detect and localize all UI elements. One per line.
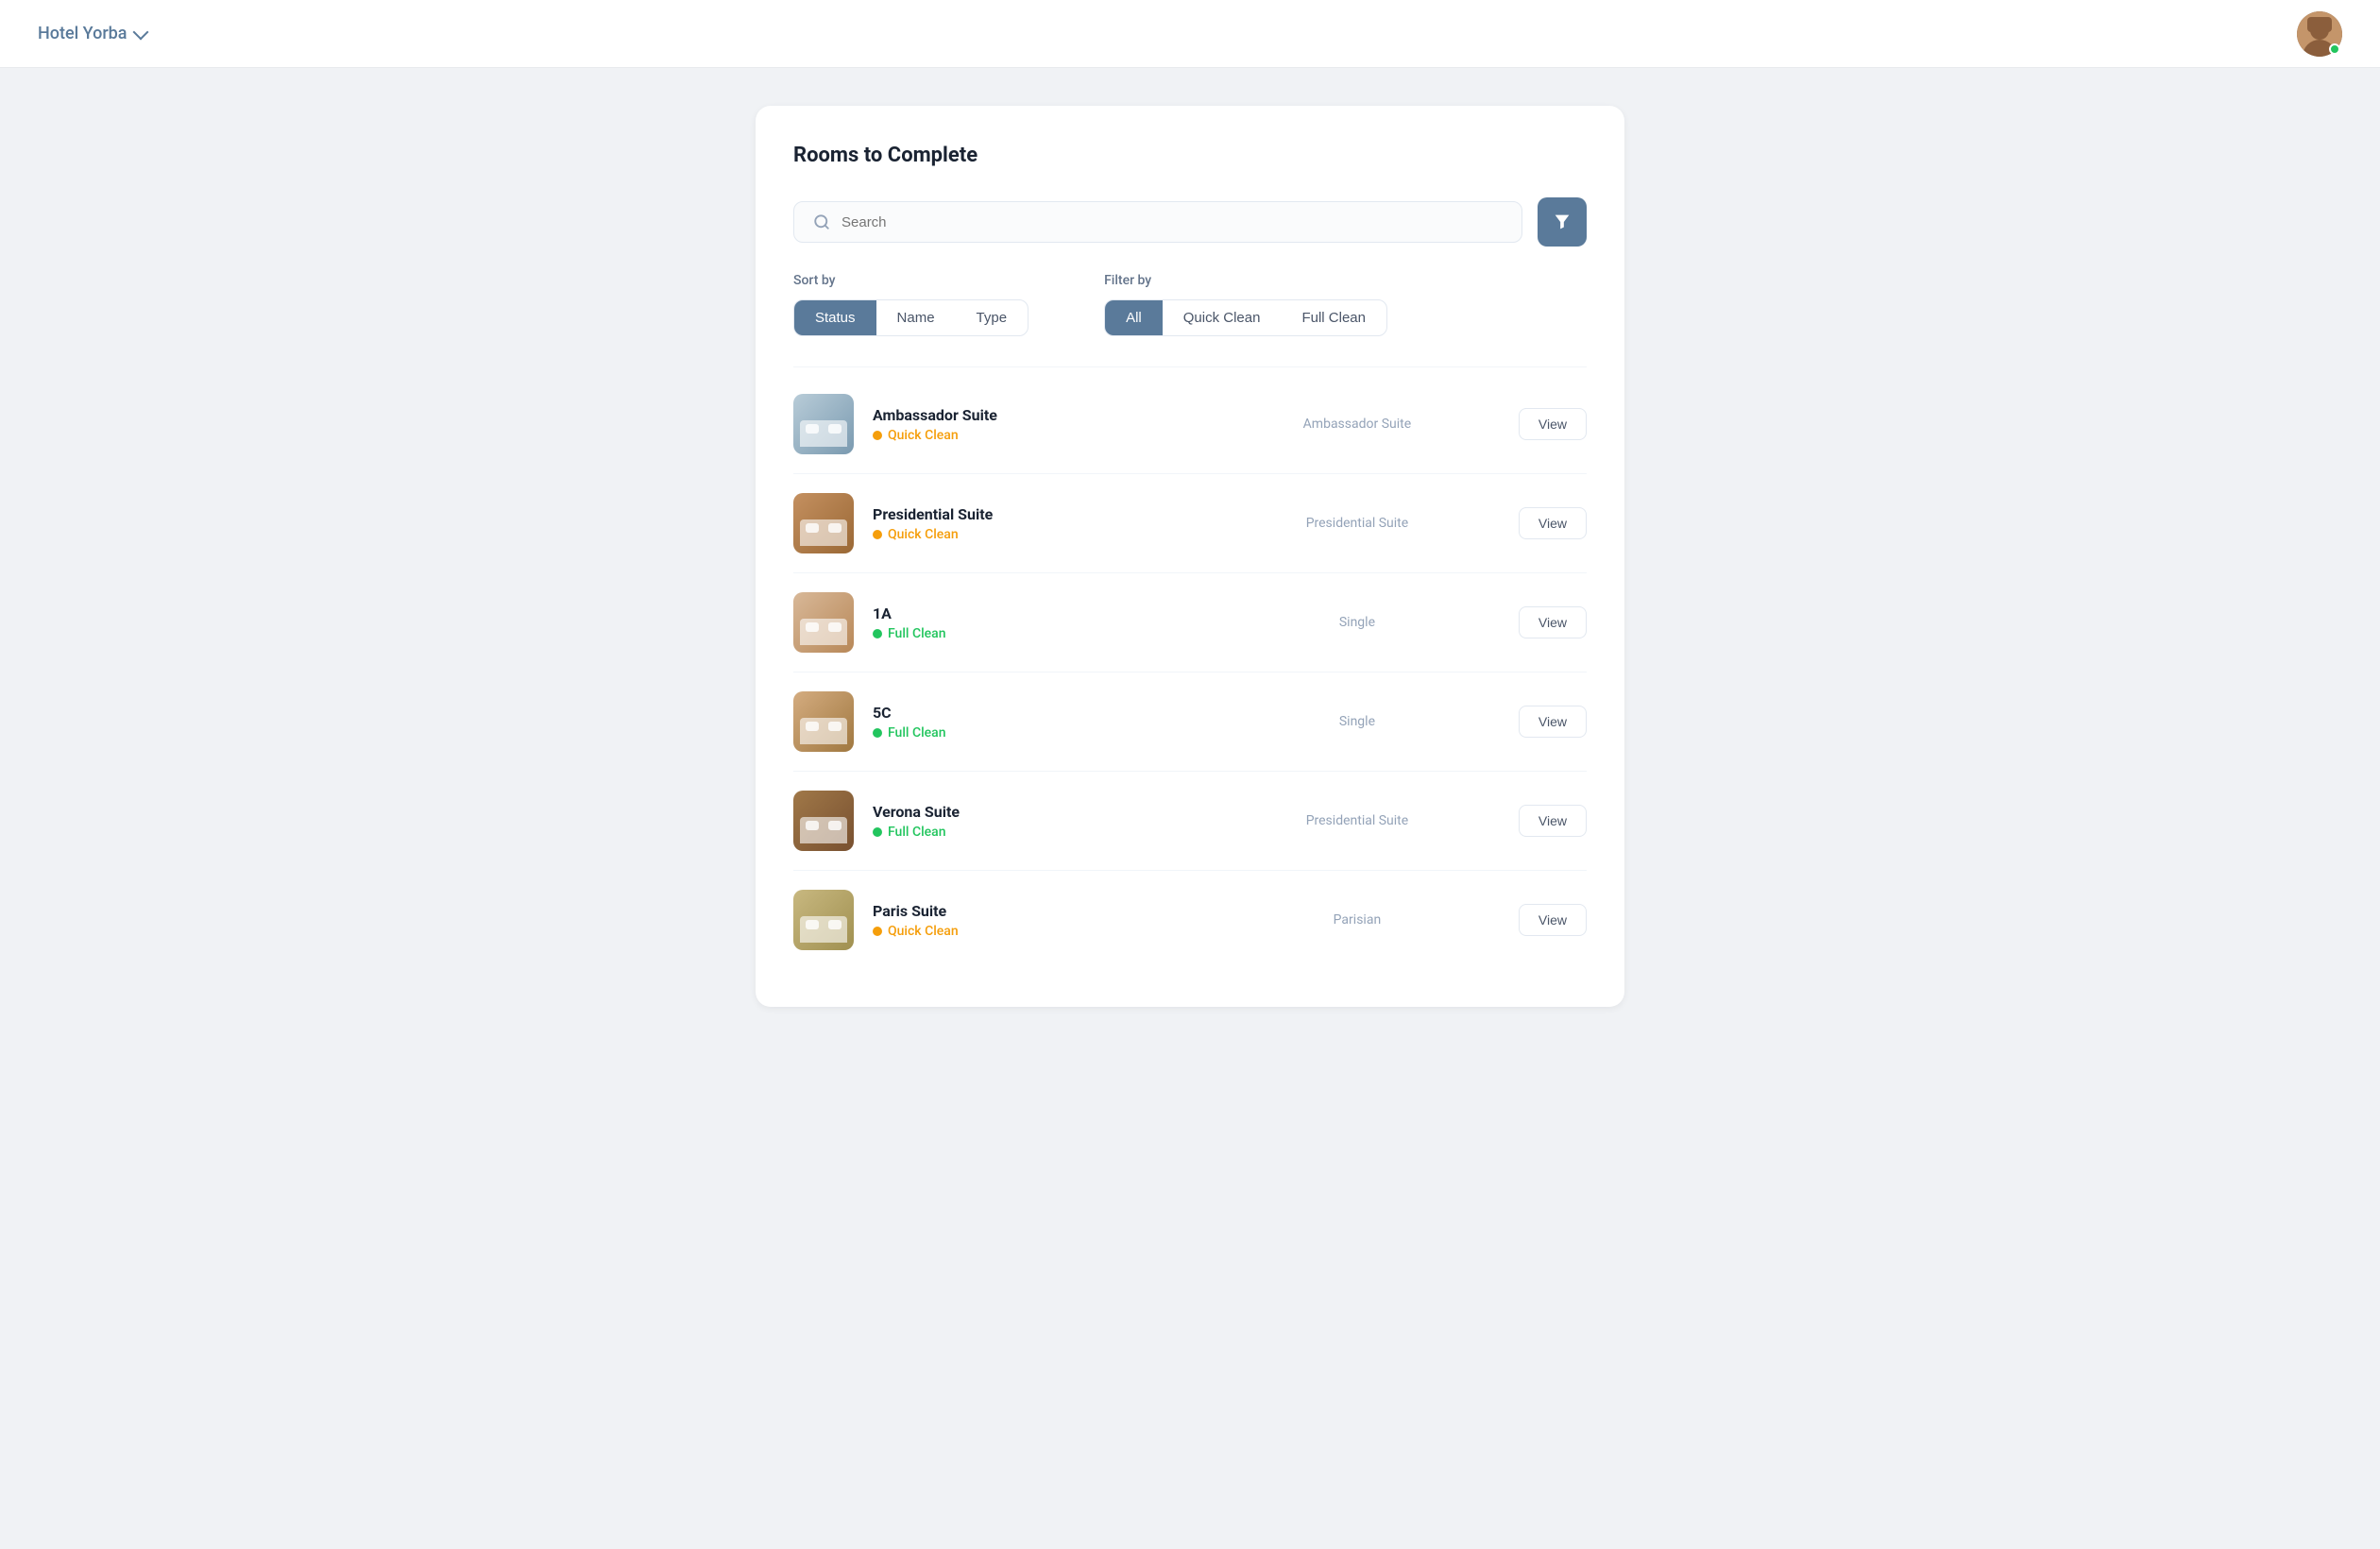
room-thumbnail (793, 493, 854, 553)
view-room-button[interactable]: View (1519, 507, 1587, 539)
room-info: 1A Full Clean (873, 604, 1196, 641)
filter-full-btn[interactable]: Full Clean (1281, 300, 1386, 335)
status-dot-icon (873, 629, 882, 638)
sort-btn-group: Status Name Type (793, 299, 1028, 336)
status-label: Full Clean (888, 725, 946, 740)
sort-status-btn[interactable]: Status (794, 300, 876, 335)
filter-btn-group: All Quick Clean Full Clean (1104, 299, 1387, 336)
room-status: Full Clean (873, 626, 1196, 641)
room-status: Quick Clean (873, 428, 1196, 443)
status-label: Full Clean (888, 825, 946, 840)
view-room-button[interactable]: View (1519, 805, 1587, 837)
filter-label: Filter by (1104, 273, 1387, 288)
room-thumbnail (793, 791, 854, 851)
room-info: Presidential Suite Quick Clean (873, 505, 1196, 542)
room-name: Presidential Suite (873, 505, 1196, 523)
room-name: 1A (873, 604, 1196, 622)
room-name: Ambassador Suite (873, 406, 1196, 424)
room-list-item: Ambassador Suite Quick Clean Ambassador … (793, 375, 1587, 474)
room-info: Paris Suite Quick Clean (873, 902, 1196, 939)
sort-group: Sort by Status Name Type (793, 273, 1028, 336)
sort-name-btn[interactable]: Name (876, 300, 956, 335)
room-name: 5C (873, 704, 1196, 722)
search-wrapper[interactable] (793, 201, 1522, 243)
status-label: Quick Clean (888, 428, 959, 443)
user-online-indicator (2329, 43, 2340, 55)
filter-all-btn[interactable]: All (1105, 300, 1163, 335)
sort-type-btn[interactable]: Type (956, 300, 1028, 335)
room-status: Full Clean (873, 725, 1196, 740)
filter-button[interactable] (1538, 197, 1587, 247)
view-room-button[interactable]: View (1519, 904, 1587, 936)
status-dot-icon (873, 827, 882, 837)
room-status: Quick Clean (873, 527, 1196, 542)
status-dot-icon (873, 728, 882, 738)
view-room-button[interactable]: View (1519, 706, 1587, 738)
room-thumbnail (793, 592, 854, 653)
status-label: Full Clean (888, 626, 946, 641)
controls-row: Sort by Status Name Type Filter by All Q… (793, 273, 1587, 336)
search-row (793, 197, 1587, 247)
app-header: Hotel Yorba (0, 0, 2380, 68)
section-divider (793, 366, 1587, 367)
room-info: Verona Suite Full Clean (873, 803, 1196, 840)
room-type: Parisian (1196, 912, 1519, 928)
room-info: 5C Full Clean (873, 704, 1196, 740)
room-list: Ambassador Suite Quick Clean Ambassador … (793, 375, 1587, 969)
filter-group: Filter by All Quick Clean Full Clean (1104, 273, 1387, 336)
room-name: Verona Suite (873, 803, 1196, 821)
room-thumbnail (793, 691, 854, 752)
main-content: Rooms to Complete Sort by Status (718, 68, 1662, 1045)
rooms-card: Rooms to Complete Sort by Status (756, 106, 1624, 1007)
room-list-item: 1A Full Clean Single View (793, 573, 1587, 672)
room-name: Paris Suite (873, 902, 1196, 920)
room-type: Presidential Suite (1196, 516, 1519, 531)
filter-quick-btn[interactable]: Quick Clean (1163, 300, 1282, 335)
room-list-item: Paris Suite Quick Clean Parisian View (793, 871, 1587, 969)
room-info: Ambassador Suite Quick Clean (873, 406, 1196, 443)
sort-label: Sort by (793, 273, 1028, 288)
room-status: Quick Clean (873, 924, 1196, 939)
status-label: Quick Clean (888, 527, 959, 542)
hotel-name-label: Hotel Yorba (38, 24, 128, 43)
room-status: Full Clean (873, 825, 1196, 840)
user-avatar-container[interactable] (2297, 11, 2342, 57)
room-thumbnail (793, 394, 854, 454)
status-dot-icon (873, 431, 882, 440)
hotel-name-selector[interactable]: Hotel Yorba (38, 24, 146, 43)
view-room-button[interactable]: View (1519, 606, 1587, 638)
room-list-item: Verona Suite Full Clean Presidential Sui… (793, 772, 1587, 871)
status-dot-icon (873, 530, 882, 539)
funnel-icon (1552, 212, 1572, 232)
room-thumbnail (793, 890, 854, 950)
room-list-item: Presidential Suite Quick Clean President… (793, 474, 1587, 573)
room-type: Single (1196, 714, 1519, 729)
room-type: Presidential Suite (1196, 813, 1519, 828)
room-type: Single (1196, 615, 1519, 630)
chevron-down-icon (132, 24, 148, 40)
search-icon (813, 213, 830, 230)
room-type: Ambassador Suite (1196, 417, 1519, 432)
status-label: Quick Clean (888, 924, 959, 939)
page-title: Rooms to Complete (793, 144, 1587, 167)
room-list-item: 5C Full Clean Single View (793, 672, 1587, 772)
view-room-button[interactable]: View (1519, 408, 1587, 440)
search-input[interactable] (842, 214, 1503, 230)
status-dot-icon (873, 927, 882, 936)
